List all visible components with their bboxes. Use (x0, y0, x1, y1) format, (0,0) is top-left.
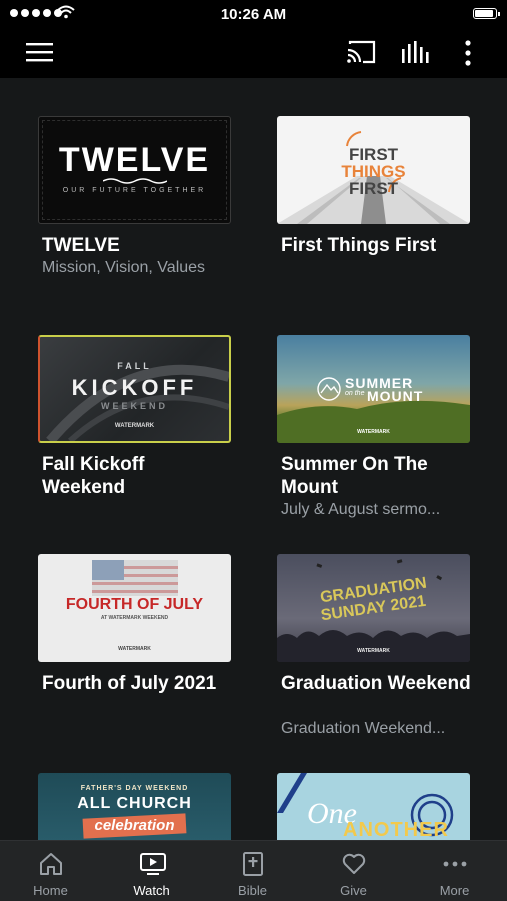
artwork-brand: WATERMARK (114, 423, 155, 429)
artwork-line-1: FIRST (348, 145, 399, 164)
more-horizontal-icon (443, 861, 467, 867)
series-thumbnail[interactable]: TWELVE OUR FUTURE TOGETHER (38, 116, 231, 224)
hamburger-menu-icon[interactable] (26, 42, 53, 62)
artwork-sub: AT WATERMARK WEEKEND (100, 615, 169, 621)
artwork-brand: WATERMARK (357, 648, 390, 654)
bottom-tab-bar: Home Watch Bible Give More (0, 840, 507, 901)
artwork-main: ALL CHURCH (77, 795, 192, 812)
tab-label: Watch (133, 883, 170, 898)
series-title: First Things First (281, 235, 437, 256)
artwork-top: FALL (117, 361, 152, 371)
bible-icon (243, 852, 263, 876)
series-title: Graduation Weekend (281, 673, 471, 694)
series-title: Summer On The Mount (281, 454, 428, 498)
artwork-sub: ANOTHER (343, 819, 449, 840)
artwork-brand: WATERMARK (357, 429, 390, 435)
tab-watch[interactable]: Watch (101, 841, 202, 901)
battery-icon (473, 8, 500, 19)
tab-home[interactable]: Home (0, 841, 101, 901)
series-thumbnail[interactable]: SUMMER on the MOUNT WATERMARK (277, 335, 470, 443)
tv-play-icon (140, 853, 166, 875)
series-subtitle: July & August sermo... (281, 501, 441, 518)
artwork-main: KICKOFF (71, 375, 198, 400)
series-thumbnail[interactable]: FOURTH OF JULY AT WATERMARK WEEKEND WATE… (38, 554, 231, 662)
artwork-top: FATHER'S DAY WEEKEND (80, 785, 189, 792)
tab-label: Bible (238, 883, 267, 898)
artwork-main: FOURTH OF JULY (65, 596, 204, 613)
artwork-line-2: THINGS (341, 162, 406, 181)
tab-label: Give (340, 883, 367, 898)
status-time: 10:26 AM (220, 6, 287, 23)
series-grid: TWELVE OUR FUTURE TOGETHER TWELVE Missio… (0, 78, 507, 840)
artwork-script: celebration (94, 817, 175, 834)
series-thumbnail[interactable]: FALL KICKOFF WEEKEND WATERMARK (38, 335, 231, 443)
artwork-line-3: FIRST (348, 179, 399, 198)
series-title: Fourth of July 2021 (42, 673, 217, 694)
audio-bars-icon[interactable] (401, 41, 429, 65)
series-thumbnail[interactable]: FIRST THINGS FIRST (277, 116, 470, 224)
series-thumbnail[interactable]: FATHER'S DAY WEEKEND ALL CHURCH celebrat… (38, 773, 231, 840)
heart-icon (342, 853, 366, 874)
artwork-tagline: OUR FUTURE TOGETHER (62, 187, 207, 194)
status-bar: 10:26 AM (0, 0, 507, 28)
wave-icon (103, 178, 167, 184)
tab-label: Home (33, 883, 68, 898)
series-thumbnail[interactable]: GRADUATION SUNDAY 2021 WATERMARK (277, 554, 470, 662)
series-subtitle: Mission, Vision, Values (42, 259, 206, 276)
artwork-brand: WATERMARK (118, 646, 151, 652)
series-subtitle: Graduation Weekend... (281, 720, 446, 737)
series-title: Fall Kickoff Weekend (42, 454, 145, 498)
artwork-script: on the (345, 390, 365, 397)
home-icon (40, 853, 62, 875)
tab-bible[interactable]: Bible (202, 841, 303, 901)
artwork-bottom: WEEKEND (100, 401, 168, 411)
more-vertical-icon[interactable] (464, 40, 472, 66)
tab-label: More (439, 883, 470, 898)
cast-icon[interactable] (346, 40, 376, 64)
tab-more[interactable]: More (404, 841, 505, 901)
artwork-title: TWELVE (58, 141, 211, 179)
series-thumbnail[interactable]: One ANOTHER (277, 773, 470, 840)
series-title: TWELVE (42, 235, 120, 256)
artwork-bottom: MOUNT (367, 388, 424, 404)
tab-give[interactable]: Give (303, 841, 404, 901)
top-app-bar (0, 28, 507, 78)
